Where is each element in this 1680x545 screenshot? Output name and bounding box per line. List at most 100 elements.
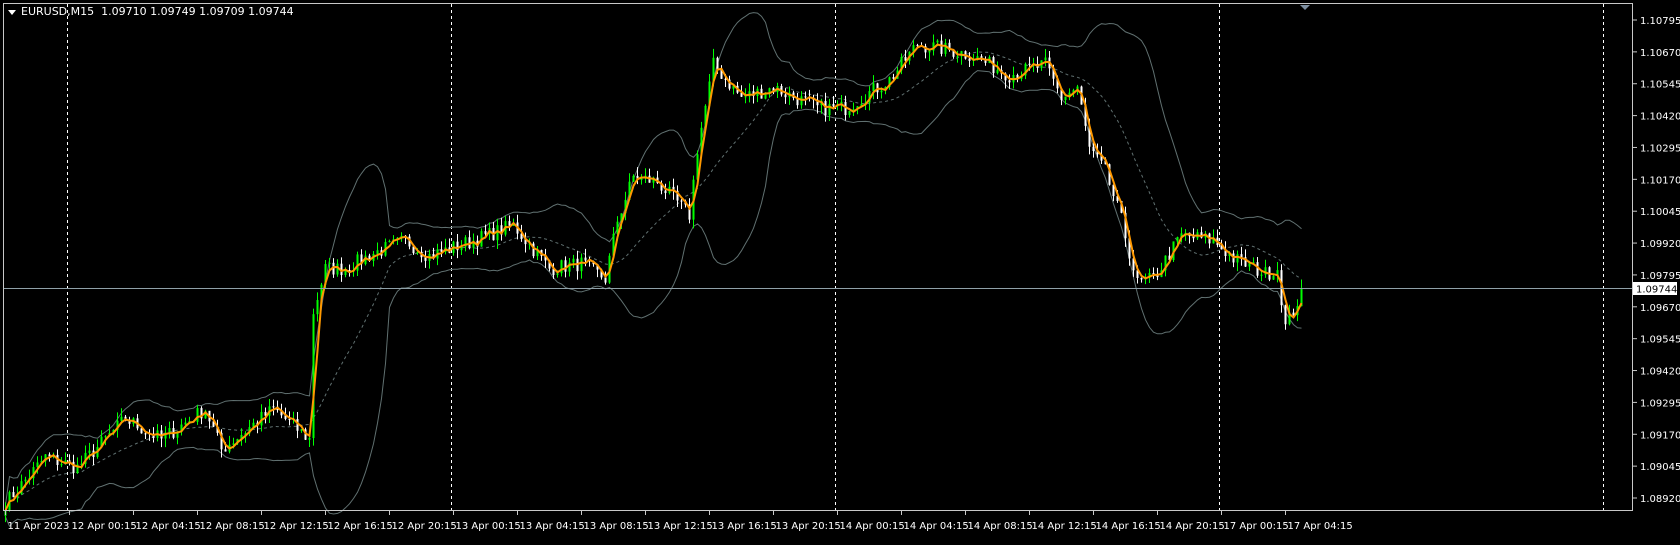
candle-body [24, 479, 27, 482]
candle-body [144, 433, 147, 435]
price-tick-label: 1.09295 [1640, 398, 1680, 409]
candle-body [944, 42, 947, 54]
time-tick-label: 13 Apr 08:15 [584, 521, 649, 532]
time-tick-label: 12 Apr 20:15 [392, 521, 457, 532]
time-tick-label: 13 Apr 00:15 [456, 521, 521, 532]
candle-body [928, 50, 931, 53]
candle-body [12, 492, 15, 498]
candle-body [1140, 278, 1143, 280]
candle-body [724, 78, 727, 80]
candle-body [916, 45, 919, 47]
price-tick-label: 1.10795 [1640, 16, 1680, 27]
candle-body [356, 254, 359, 271]
candle-body [184, 422, 187, 425]
candle-body [872, 83, 875, 92]
candle-body [848, 110, 851, 116]
candle-body [956, 56, 959, 58]
candle-body [744, 96, 747, 98]
candle-body [968, 58, 971, 61]
candle-body [316, 300, 319, 315]
symbol-timeframe: EURUSD,M15 [21, 5, 95, 18]
candle-body [832, 103, 835, 107]
candle-body [1008, 80, 1011, 83]
candle-body [1284, 305, 1287, 325]
current-price-label: 1.09744 [1633, 282, 1677, 296]
price-tick-label: 1.08920 [1640, 494, 1680, 505]
candle-body [632, 175, 635, 182]
time-tick-label: 17 Apr 04:15 [1288, 521, 1353, 532]
time-tick-label: 13 Apr 04:15 [520, 521, 585, 532]
candle-body [60, 464, 63, 466]
time-tick-label: 14 Apr 12:15 [1032, 521, 1097, 532]
price-tick-label: 1.09795 [1640, 271, 1680, 282]
time-tick-label: 12 Apr 16:15 [328, 521, 393, 532]
time-tick-label: 13 Apr 16:15 [712, 521, 777, 532]
candle-body [1044, 57, 1047, 61]
candle-body [936, 40, 939, 43]
candle-body [484, 231, 487, 234]
candle-body [1064, 96, 1067, 101]
price-tick-label: 1.10170 [1640, 175, 1680, 186]
candle-body [580, 257, 583, 272]
time-tick-label: 12 Apr 08:15 [200, 521, 265, 532]
time-tick-label: 17 Apr 00:15 [1224, 521, 1289, 532]
price-tick-label: 1.10670 [1640, 48, 1680, 59]
time-tick-label: 12 Apr 00:15 [72, 521, 137, 532]
candle-body [388, 241, 391, 243]
candle-body [572, 258, 575, 263]
candle-body [784, 94, 787, 98]
candle-body [564, 260, 567, 272]
price-tick-label: 1.10420 [1640, 112, 1680, 123]
time-tick-label: 12 Apr 12:15 [264, 521, 329, 532]
candle-body [996, 70, 999, 74]
candle-body [828, 103, 831, 116]
candle-body [308, 438, 311, 440]
candle-body [584, 257, 587, 261]
candle-body [664, 190, 667, 194]
ohlc-values: 1.09710 1.09749 1.09709 1.09744 [101, 5, 294, 18]
time-tick-label: 13 Apr 12:15 [648, 521, 713, 532]
time-tick-label: 13 Apr 20:15 [776, 521, 841, 532]
candle-body [804, 96, 807, 98]
candle-body [680, 200, 683, 202]
time-tick-label: 14 Apr 20:15 [1160, 521, 1225, 532]
candle-body [328, 262, 331, 265]
candle-body [196, 408, 199, 422]
candle-body [88, 450, 91, 453]
candle-body [272, 406, 275, 408]
price-tick-label: 1.09545 [1640, 335, 1680, 346]
current-price-value: 1.09744 [1636, 285, 1677, 296]
candle-body [1260, 274, 1263, 276]
price-tick-label: 1.09170 [1640, 430, 1680, 441]
candle-body [880, 90, 883, 93]
candle-body [120, 416, 123, 421]
candle-body [1272, 275, 1275, 280]
price-tick-label: 1.10045 [1640, 207, 1680, 218]
candle-body [224, 449, 227, 452]
collapse-triangle-icon[interactable] [8, 9, 16, 15]
candle-body [36, 462, 39, 468]
candle-body [940, 40, 943, 54]
candle-body [1176, 237, 1179, 242]
candle-body [1028, 63, 1031, 65]
time-tick-label: 14 Apr 16:15 [1096, 521, 1161, 532]
candle-body [1092, 146, 1095, 151]
time-tick-label: 14 Apr 08:15 [968, 521, 1033, 532]
candle-body [560, 260, 563, 274]
price-chart[interactable]: 1.10795 1.10670 1.10545 1.10420 1.10295 1.101… [0, 0, 1680, 545]
time-tick-label: 14 Apr 00:15 [840, 521, 905, 532]
price-tick-label: 1.10295 [1640, 143, 1680, 154]
time-tick-label: 11 Apr 2023 [8, 521, 70, 532]
price-tick-label: 1.10545 [1640, 80, 1680, 91]
chart-background [0, 0, 1680, 545]
time-tick-label: 14 Apr 04:15 [904, 521, 969, 532]
candle-body [104, 436, 107, 438]
candle-body [376, 250, 379, 254]
candle-body [716, 57, 719, 70]
price-tick-label: 1.09920 [1640, 239, 1680, 250]
candle-body [1236, 254, 1239, 263]
candle-body [876, 83, 879, 93]
price-tick-label: 1.09045 [1640, 462, 1680, 473]
price-tick-label: 1.09420 [1640, 367, 1680, 378]
price-tick-label: 1.09670 [1640, 303, 1680, 314]
